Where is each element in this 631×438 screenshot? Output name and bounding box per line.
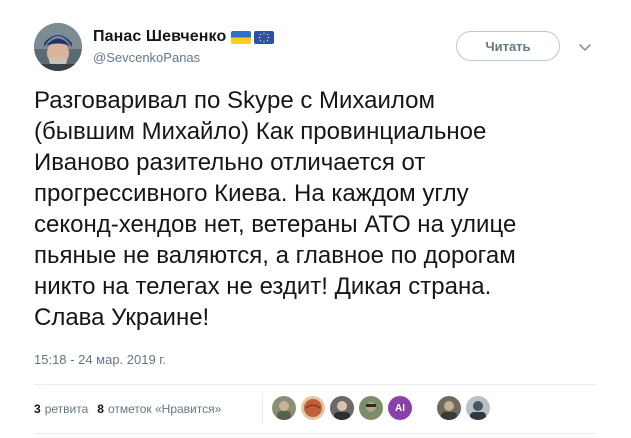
author-display-name[interactable]: Панас Шевченко	[93, 28, 226, 46]
liker-avatar-icon[interactable]	[437, 396, 461, 420]
chevron-down-icon[interactable]	[578, 40, 592, 51]
tweet-timestamp[interactable]: 15:18 - 24 мар. 2019 г.	[34, 352, 166, 367]
retweets-label: ретвита	[44, 402, 89, 416]
tweet-card: Панас Шевченко @SevcenkoPanas Читать Раз…	[0, 0, 631, 438]
liker-avatar-icon[interactable]	[272, 396, 296, 420]
stats-separator	[262, 394, 263, 424]
author-handle[interactable]: @SevcenkoPanas	[93, 50, 274, 65]
liker-avatar-icon[interactable]: AI	[388, 396, 412, 420]
author-header: Панас Шевченко @SevcenkoPanas	[93, 27, 275, 65]
liker-avatar-icon[interactable]	[359, 396, 383, 420]
retweets-stat[interactable]: 3 ретвита	[34, 402, 88, 416]
divider-bottom	[34, 433, 596, 434]
likes-stat[interactable]: 8 отметок «Нравится»	[97, 402, 221, 416]
liker-avatar-icon[interactable]	[466, 396, 490, 420]
likes-count: 8	[97, 402, 104, 416]
author-avatar[interactable]	[34, 23, 82, 71]
tweet-text: Разговаривал по Skype с Михаилом (бывшим…	[34, 87, 517, 331]
eu-flag-icon	[254, 30, 275, 44]
liker-initials: AI	[395, 402, 405, 414]
likers-avatars: AI	[272, 396, 495, 420]
likes-label: отметок «Нравится»	[107, 402, 222, 416]
display-name-row: Панас Шевченко	[93, 27, 275, 47]
follow-button[interactable]: Читать	[456, 31, 560, 61]
retweets-count: 3	[34, 402, 41, 416]
tweet-stats: 3 ретвита 8 отметок «Нравится»	[34, 402, 221, 416]
ukraine-flag-icon	[231, 30, 252, 44]
liker-avatar-icon[interactable]	[330, 396, 354, 420]
liker-avatar-icon[interactable]	[301, 396, 325, 420]
divider-top	[34, 384, 596, 385]
